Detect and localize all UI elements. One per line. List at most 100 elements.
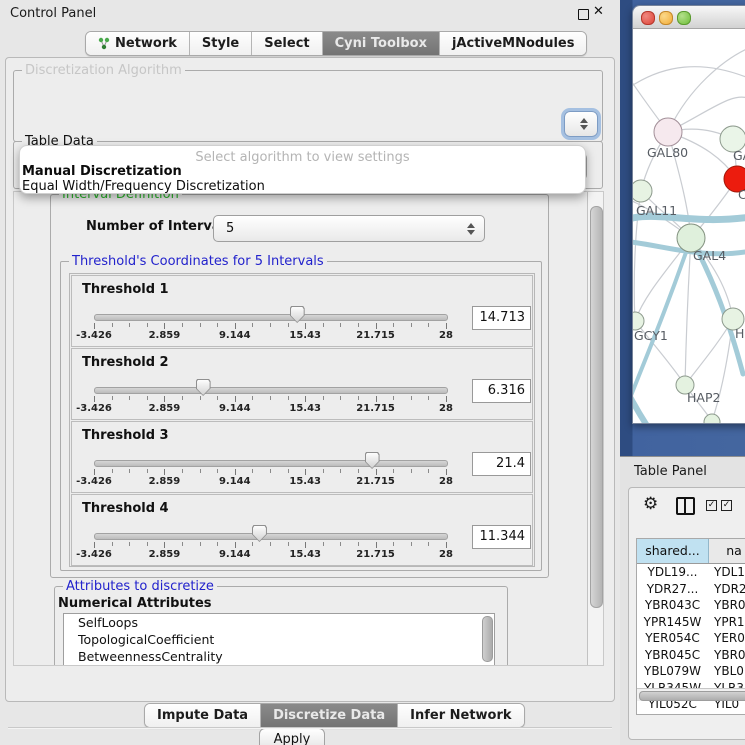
slider-tick <box>411 323 412 327</box>
threshold-label: Threshold 1 <box>82 282 169 297</box>
tick-label: 15.43 <box>273 330 337 341</box>
zoom-traffic-light[interactable] <box>677 11 691 25</box>
scrollbar-thumb[interactable] <box>639 691 745 701</box>
slider-tick <box>200 542 201 546</box>
close-icon[interactable]: ✕ <box>593 4 604 19</box>
network-node[interactable] <box>654 118 682 146</box>
slider-tick <box>376 542 377 548</box>
slider-tick <box>217 469 218 473</box>
table-row[interactable]: YBL079WYBL0 <box>637 663 745 680</box>
scrollbar-thumb[interactable] <box>590 206 603 608</box>
minimize-traffic-light[interactable] <box>659 11 673 25</box>
popup-item-manual-discretization[interactable]: Manual Discretization <box>22 164 182 179</box>
cell-name: YPR1 <box>708 614 745 631</box>
slider-tick <box>323 469 324 473</box>
column-header-1[interactable]: na <box>709 539 745 563</box>
checkbox-icon[interactable]: ✓ <box>706 500 717 511</box>
tick-label: 2.859 <box>132 403 196 414</box>
tab-cyni-toolbox[interactable]: Cyni Toolbox <box>323 32 440 55</box>
tick-label: 15.43 <box>273 403 337 414</box>
settings-scrollpane: Interval Definition Number of Intervals … <box>13 191 604 666</box>
table-row[interactable]: YDL19...YDL1 <box>637 564 745 581</box>
slider-tick <box>393 469 394 473</box>
tick-label: 2.859 <box>132 330 196 341</box>
checkbox-icon[interactable]: ✓ <box>721 500 732 511</box>
cell-shared-name: YDL19... <box>637 564 708 581</box>
numerical-attributes-list[interactable]: SelfLoopsTopologicalCoefficientBetweenne… <box>63 613 495 666</box>
table-panel-body: ⚙ ✓ ✓ shared...na YDL19...YDL1YDR27...YD… <box>628 487 745 740</box>
slider-tick <box>112 469 113 473</box>
tab-discretize-data[interactable]: Discretize Data <box>261 704 398 727</box>
attribute-list-item[interactable]: TopologicalCoefficient <box>64 631 494 648</box>
discretization-algorithm-group: Discretization Algorithm <box>13 70 603 142</box>
cell-shared-name: YBL079W <box>637 663 708 680</box>
threshold-value-field[interactable]: 14.713 <box>472 306 531 330</box>
slider-track[interactable] <box>94 314 448 321</box>
control-panel: Control Panel ✕ NetworkStyleSelectCyni T… <box>0 0 621 745</box>
network-window-titlebar[interactable] <box>633 6 745 29</box>
slider-track[interactable] <box>94 533 448 540</box>
table-row[interactable]: YDR27...YDR2 <box>637 581 745 598</box>
table-row[interactable]: YER054CYER0 <box>637 630 745 647</box>
tick-label: 21.715 <box>344 403 408 414</box>
tick-label: 28 <box>414 403 478 414</box>
slider-tick <box>147 542 148 546</box>
popup-item-equal-width-frequency-discretization[interactable]: Equal Width/Frequency Discretization <box>22 179 265 194</box>
slider-tick <box>393 396 394 400</box>
slider-track[interactable] <box>94 387 448 394</box>
attribute-list-item[interactable]: SelfLoops <box>64 614 494 631</box>
slider-tick <box>358 323 359 327</box>
node-label: GAL11 <box>636 203 677 218</box>
tab-select[interactable]: Select <box>252 32 322 55</box>
gear-icon[interactable]: ⚙ <box>643 494 658 514</box>
column-header-0[interactable]: shared... <box>637 539 709 563</box>
network-node[interactable] <box>633 180 652 202</box>
columns-icon[interactable] <box>676 497 695 515</box>
slider-tick <box>252 542 253 546</box>
close-traffic-light[interactable] <box>641 11 655 25</box>
slider-tick <box>217 542 218 546</box>
tab-jactivemnodules[interactable]: jActiveMNodules <box>440 32 587 55</box>
attributes-group: Attributes to discretize Numerical Attri… <box>54 586 508 666</box>
float-window-icon[interactable] <box>578 9 589 20</box>
attribute-list-item[interactable]: BetweennessCentrality <box>64 648 494 665</box>
tab-network[interactable]: Network <box>86 32 190 55</box>
tab-infer-network[interactable]: Infer Network <box>398 704 523 727</box>
network-icon <box>98 37 110 50</box>
threshold-value-field[interactable]: 21.4 <box>472 452 531 476</box>
threshold-label: Threshold 4 <box>82 501 169 516</box>
node-label: GAL80 <box>647 145 688 160</box>
slider-tick <box>288 542 289 546</box>
table-panel-title: Table Panel <box>634 464 707 479</box>
table-row[interactable]: YBR043CYBR0 <box>637 597 745 614</box>
slider-tick <box>446 396 447 402</box>
list-scrollbar[interactable] <box>482 616 493 662</box>
threshold-value-field[interactable]: 11.344 <box>472 525 531 549</box>
algorithm-combobox[interactable] <box>564 111 598 137</box>
cell-shared-name: YER054C <box>637 630 708 647</box>
table-row[interactable]: YBR045CYBR0 <box>637 647 745 664</box>
vertical-scrollbar[interactable] <box>587 192 603 665</box>
tab-style[interactable]: Style <box>190 32 252 55</box>
slider-tick <box>112 323 113 327</box>
tab-impute-data[interactable]: Impute Data <box>145 704 261 727</box>
tab-label: Infer Network <box>410 708 511 723</box>
tab-label: Discretize Data <box>273 708 385 723</box>
slider-tick <box>217 396 218 400</box>
network-node[interactable] <box>704 414 720 423</box>
tick-label: 9.144 <box>203 403 267 414</box>
horizontal-scrollbar[interactable] <box>637 688 745 701</box>
table-row[interactable]: YPR145WYPR1 <box>637 614 745 631</box>
threshold-value-field[interactable]: 6.316 <box>472 379 531 403</box>
slider-track[interactable] <box>94 460 448 467</box>
cell-name: YBR0 <box>708 647 745 664</box>
apply-button[interactable]: Apply <box>259 728 325 745</box>
network-edge <box>633 387 665 423</box>
tick-label: 9.144 <box>203 330 267 341</box>
network-canvas[interactable]: GAL80GACGAL11GAL4GCY1HHAP2 <box>633 29 745 423</box>
node-attribute-table[interactable]: shared...na YDL19...YDL1YDR27...YDR2YBR0… <box>636 538 745 715</box>
table-header: shared...na <box>637 539 745 564</box>
slider-tick <box>270 469 271 473</box>
slider-tick <box>235 542 236 548</box>
number-of-intervals-combobox[interactable]: 5 <box>213 215 485 242</box>
